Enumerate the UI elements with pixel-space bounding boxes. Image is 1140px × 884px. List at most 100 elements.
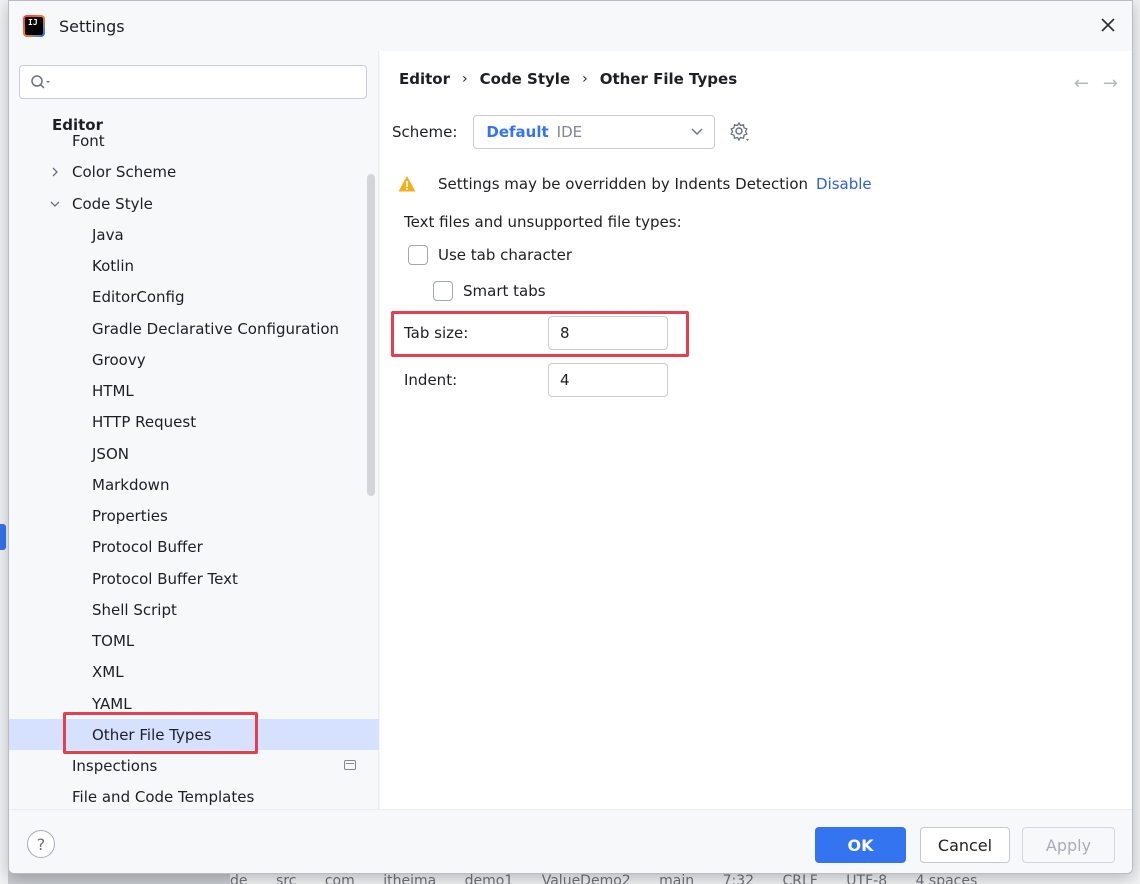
tree-item-label: Inspections bbox=[72, 756, 158, 775]
indent-input[interactable]: 4 bbox=[548, 363, 668, 397]
tree-item-label: Kotlin bbox=[92, 256, 134, 275]
tree-item-properties[interactable]: Properties bbox=[9, 500, 379, 531]
chevron-down-icon[interactable] bbox=[49, 198, 61, 210]
tree-item-label: File and Code Templates bbox=[72, 787, 255, 806]
scheme-kind: IDE bbox=[556, 123, 583, 141]
tree-section-editor: Editor bbox=[52, 116, 111, 134]
forward-arrow-icon[interactable]: → bbox=[1103, 73, 1118, 94]
tree-item-label: Protocol Buffer Text bbox=[92, 569, 238, 588]
tree-item-editorconfig[interactable]: EditorConfig bbox=[9, 281, 379, 312]
tree-item-code-style[interactable]: Code Style bbox=[9, 188, 379, 219]
project-scope-icon bbox=[344, 760, 356, 770]
tree-item-gradle-declarative[interactable]: Gradle Declarative Configuration bbox=[9, 313, 379, 344]
statusbar-item: ValueDemo2 bbox=[541, 873, 631, 884]
chevron-right-icon[interactable] bbox=[49, 166, 61, 178]
close-button[interactable] bbox=[1098, 15, 1118, 35]
smart-tabs-row[interactable]: Smart tabs bbox=[433, 281, 546, 301]
tree-item-http-request[interactable]: HTTP Request bbox=[9, 406, 379, 437]
tree-item-label: Shell Script bbox=[92, 600, 177, 619]
apply-button[interactable]: Apply bbox=[1022, 827, 1115, 863]
tree-item-color-scheme[interactable]: Color Scheme bbox=[9, 156, 379, 187]
disable-link[interactable]: Disable bbox=[816, 175, 872, 193]
tree-item-inspections[interactable]: Inspections bbox=[9, 750, 379, 781]
breadcrumb: Editor › Code Style › Other File Types bbox=[399, 70, 737, 88]
tree-item-json[interactable]: JSON bbox=[9, 438, 379, 469]
tree-item-label: Groovy bbox=[92, 350, 146, 369]
tree-item-label: XML bbox=[92, 662, 124, 681]
background-tool-button bbox=[0, 524, 6, 550]
background-ide-left bbox=[0, 0, 8, 884]
background-ide-right bbox=[1132, 0, 1140, 884]
tree-item-java[interactable]: Java bbox=[9, 219, 379, 250]
tab-size-label: Tab size: bbox=[404, 324, 469, 342]
tree-item-shell-script[interactable]: Shell Script bbox=[9, 594, 379, 625]
statusbar-item: 4 spaces bbox=[915, 873, 978, 884]
title-bar: IJ Settings bbox=[9, 1, 1132, 51]
tree-item-yaml[interactable]: YAML bbox=[9, 688, 379, 719]
smart-tabs-label: Smart tabs bbox=[463, 282, 546, 300]
indent-row: Indent: 4 bbox=[404, 363, 668, 397]
tree-item-label: HTTP Request bbox=[92, 412, 197, 431]
tree-item-label: Properties bbox=[92, 506, 168, 525]
ok-button[interactable]: OK bbox=[815, 827, 906, 863]
breadcrumb-item[interactable]: Editor bbox=[399, 70, 450, 88]
tree-item-markdown[interactable]: Markdown bbox=[9, 469, 379, 500]
tree-item-label: Color Scheme bbox=[72, 162, 177, 181]
tree-item-toml[interactable]: TOML bbox=[9, 625, 379, 656]
section-title: Text files and unsupported file types: bbox=[404, 213, 682, 231]
tree-item-label: YAML bbox=[92, 694, 132, 713]
statusbar-item: main bbox=[659, 873, 695, 884]
scheme-dropdown[interactable]: Default IDE bbox=[473, 115, 716, 149]
breadcrumb-separator-icon: › bbox=[462, 71, 468, 87]
tree-item-label: Font bbox=[72, 131, 105, 150]
tree-item-protocol-buffer[interactable]: Protocol Buffer bbox=[9, 531, 379, 562]
chevron-down-icon bbox=[691, 128, 703, 135]
intellij-logo-icon: IJ bbox=[23, 15, 45, 37]
tree-item-xml[interactable]: XML bbox=[9, 656, 379, 687]
tree-item-label: EditorConfig bbox=[92, 287, 185, 306]
help-button[interactable]: ? bbox=[27, 830, 55, 858]
breadcrumb-item: Other File Types bbox=[599, 70, 738, 88]
breadcrumb-item[interactable]: Code Style bbox=[480, 70, 571, 88]
search-input[interactable] bbox=[58, 74, 366, 90]
tree-item-label: HTML bbox=[92, 381, 134, 400]
warning-text: Settings may be overridden by Indents De… bbox=[438, 175, 809, 193]
tree-item-other-file-types[interactable]: Other File Types bbox=[9, 719, 379, 750]
use-tab-character-row[interactable]: Use tab character bbox=[408, 245, 572, 265]
smart-tabs-checkbox[interactable] bbox=[433, 281, 453, 301]
tree-item-protocol-buffer-text[interactable]: Protocol Buffer Text bbox=[9, 563, 379, 594]
history-navigation: ← → bbox=[1074, 73, 1118, 94]
statusbar-item: itheima bbox=[383, 873, 437, 884]
settings-tree: Editor Font Color Scheme Code Style Java… bbox=[9, 111, 379, 809]
tree-item-label: Other File Types bbox=[92, 725, 212, 744]
sidebar-scrollbar[interactable] bbox=[367, 174, 375, 496]
use-tab-character-checkbox[interactable] bbox=[408, 245, 428, 265]
statusbar-item: de bbox=[230, 873, 248, 884]
use-tab-character-label: Use tab character bbox=[438, 246, 572, 264]
statusbar-item: 7:32 bbox=[722, 873, 755, 884]
gear-icon[interactable] bbox=[729, 121, 751, 143]
tab-size-row: Tab size: 8 bbox=[404, 316, 668, 350]
dialog-footer: ? OK Cancel Apply bbox=[9, 809, 1132, 873]
close-icon bbox=[1101, 18, 1115, 32]
tree-item-label: Markdown bbox=[92, 475, 170, 494]
tree-item-file-code-templates[interactable]: File and Code Templates bbox=[9, 781, 379, 809]
statusbar-item: src bbox=[275, 873, 297, 884]
search-field[interactable] bbox=[19, 65, 367, 99]
tree-item-label: Protocol Buffer bbox=[92, 537, 203, 556]
tree-item-label: Code Style bbox=[72, 194, 153, 213]
tree-item-label: JSON bbox=[92, 444, 129, 463]
scheme-name: Default bbox=[486, 123, 549, 141]
scheme-row: Scheme: Default IDE bbox=[392, 115, 751, 149]
statusbar-item: CRLF bbox=[782, 873, 818, 884]
tree-item-groovy[interactable]: Groovy bbox=[9, 344, 379, 375]
tree-item-kotlin[interactable]: Kotlin bbox=[9, 250, 379, 281]
scheme-label: Scheme: bbox=[392, 123, 458, 141]
indent-label: Indent: bbox=[404, 371, 458, 389]
tab-size-input[interactable]: 8 bbox=[548, 316, 668, 350]
back-arrow-icon[interactable]: ← bbox=[1074, 73, 1089, 94]
tree-item-label: Gradle Declarative Configuration bbox=[92, 319, 340, 338]
tree-item-html[interactable]: HTML bbox=[9, 375, 379, 406]
cancel-button[interactable]: Cancel bbox=[920, 827, 1010, 863]
indent-detection-warning: Settings may be overridden by Indents De… bbox=[398, 175, 872, 193]
